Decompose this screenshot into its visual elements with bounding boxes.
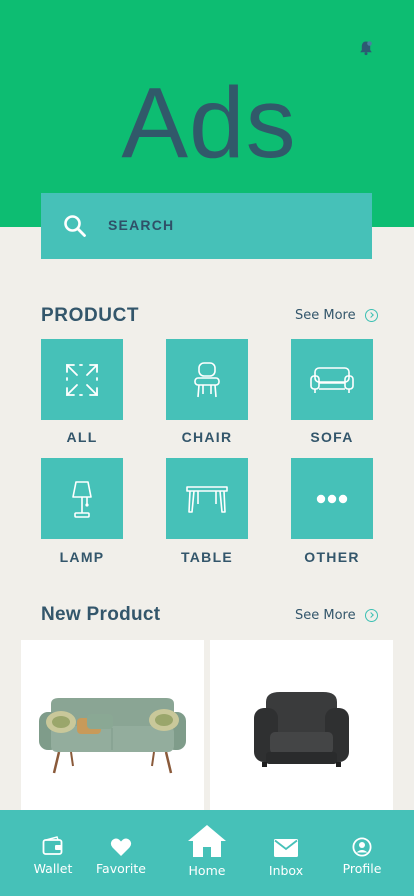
page-title: Ads [121, 67, 297, 179]
nav-item-profile[interactable]: Profile [337, 834, 387, 884]
search-icon [64, 215, 86, 237]
nav-label-favorite[interactable]: Favorite [93, 861, 149, 876]
expand-arrows-icon [66, 363, 98, 396]
black-armchair-image [254, 692, 349, 767]
heart-icon [110, 838, 132, 856]
category-lamp[interactable] [41, 458, 123, 539]
product-section-title: PRODUCT [41, 305, 140, 326]
category-table[interactable] [166, 458, 248, 539]
product-card[interactable] [210, 640, 393, 815]
chair-icon [194, 361, 220, 397]
nav-label-home[interactable]: Home [178, 863, 236, 878]
new-product-see-more-link[interactable]: See More [295, 608, 378, 623]
new-product-section-title: New Product [41, 604, 161, 625]
lamp-icon [72, 480, 92, 518]
product-see-more-link[interactable]: See More [295, 308, 378, 323]
nav-item-home[interactable]: Home [178, 824, 236, 886]
category-chair[interactable] [166, 339, 248, 420]
chevron-right-icon[interactable] [364, 309, 378, 322]
nav-item-wallet[interactable]: Wallet [28, 834, 78, 884]
chevron-right-icon[interactable] [364, 609, 378, 622]
category-sofa[interactable] [291, 339, 373, 420]
bell-icon[interactable] [358, 40, 374, 56]
see-more-label[interactable]: See More [295, 608, 356, 623]
more-dots-icon [316, 494, 348, 503]
nav-item-inbox[interactable]: Inbox [262, 836, 310, 886]
category-all[interactable] [41, 339, 123, 420]
category-label-other[interactable]: OTHER [291, 549, 373, 565]
table-icon [186, 485, 228, 513]
search-bar[interactable]: SEARCH [41, 193, 372, 259]
wallet-icon [42, 836, 63, 855]
nav-label-inbox[interactable]: Inbox [262, 863, 310, 878]
category-other[interactable] [291, 458, 373, 539]
category-label-lamp[interactable]: LAMP [41, 549, 123, 565]
nav-label-profile[interactable]: Profile [337, 861, 387, 876]
mail-icon [274, 839, 298, 857]
category-label-table[interactable]: TABLE [166, 549, 248, 565]
home-icon [188, 825, 226, 857]
category-label-all[interactable]: ALL [41, 429, 123, 445]
bottom-nav: Wallet Favorite Home Inbox Profile [0, 810, 414, 896]
sofa-icon [310, 366, 354, 393]
search-input[interactable]: SEARCH [108, 217, 174, 233]
category-label-chair[interactable]: CHAIR [166, 429, 248, 445]
category-label-sofa[interactable]: SOFA [291, 429, 373, 445]
nav-label-wallet[interactable]: Wallet [28, 861, 78, 876]
see-more-label[interactable]: See More [295, 308, 356, 323]
user-circle-icon [352, 837, 372, 857]
nav-item-favorite[interactable]: Favorite [93, 834, 149, 884]
green-sofa-image [39, 698, 186, 774]
product-card[interactable] [21, 640, 204, 815]
